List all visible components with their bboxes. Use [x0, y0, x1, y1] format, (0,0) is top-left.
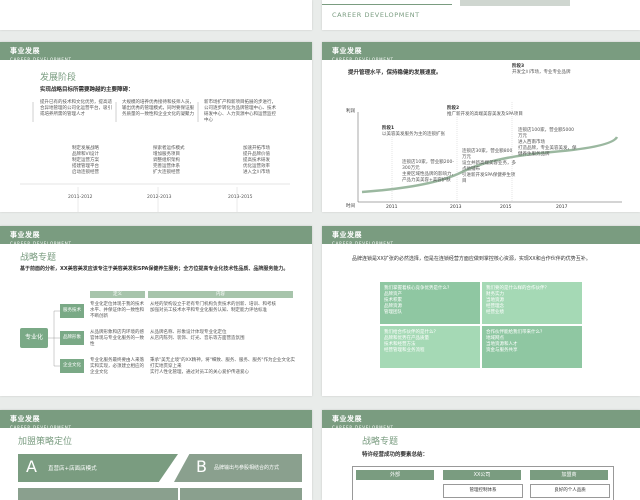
tick-label: 2017 [556, 204, 568, 210]
stage-3: 阶段3 开发全川市场，专业专业品牌 [512, 64, 587, 76]
slide-partnership: 事业发展 CAREER DEVELOPMENT 品牌连锁是XX扩张的必然选择，但是… [322, 226, 640, 396]
strategy-b: B 品牌输出与参股相结合的方式 [174, 454, 302, 482]
section-heading: 加盟策略定位 [18, 437, 73, 447]
row-label: 企业文化 [60, 359, 84, 373]
slide-development-stages: 事业发展 CAREER DEVELOPMENT 发展阶段 实现战略目标所需要跨越的… [0, 42, 312, 212]
grid-cell: 合作伙伴能给我们带来什么？ 地域网点 当地资源和人才 资金与服务共享 [482, 326, 582, 368]
notes-2: 连锁店30家，营业额800万元 设立并新高端美容业务，多点地铺布 引进新开发SP… [462, 149, 516, 185]
row-def: 专业化服务最终要由人来落实和实现，必须建立相应的企业文化 [90, 358, 144, 376]
note: 设立并新高端美容业务，多点地铺布 [462, 161, 516, 173]
stage-desc: 推广新开发的高端美容美发及SPA项目 [447, 112, 523, 118]
cell-item: 经营管理和业务流程 [384, 348, 425, 354]
photo [460, 0, 570, 6]
stage-1: 阶段1 以美容美发服务为主的连锁扩张 [382, 126, 472, 138]
note: 连锁店10家，营业额200-300万元 [402, 160, 454, 172]
slide-subtitle: CAREER DEVELOPMENT [332, 241, 394, 246]
tick-label: 2011 [386, 204, 398, 210]
slide-subtitle: CAREER DEVELOPMENT [10, 425, 72, 430]
slide-subtitle: CAREER DEVELOPMENT [332, 425, 394, 430]
stage-year: 2011-2012 [68, 195, 93, 200]
row-label: 品牌形象 [60, 331, 84, 345]
slide-franchise-success: 事业发展 CAREER DEVELOPMENT 战略专题 特许经营成功的要素总结：… [322, 410, 640, 500]
stage-year: 2013-2015 [228, 195, 253, 200]
intro-text: 品牌连锁是XX扩张的必然选择，但是在连锁经营方面应做到掌控核心资源，实现XX和合… [352, 256, 591, 262]
stage-desc: 以美容美发服务为主的连锁扩张 [382, 132, 445, 138]
slide-top-right: CAREER DEVELOPMENT [322, 0, 640, 30]
note: 连锁店30家，营业额800万元 [462, 149, 513, 161]
intro-text: 特许经营成功的要素总结： [362, 452, 429, 458]
strategy-letter: A [26, 457, 37, 476]
stage-year: 2012-2013 [147, 195, 172, 200]
grid-cell: 我们掌握着核心竞争优势是什么？ 品牌资产 技术积累 品牌资源 管理团队 [380, 282, 480, 324]
slide-title: 事业发展 [332, 415, 362, 423]
strategy-d [180, 488, 302, 500]
col-head: XX公司 [443, 470, 521, 480]
stage-item: 进入全川市场 [243, 170, 270, 176]
stage-2: 阶段2 推广新开发的高端美容美发及SPA项目 [447, 106, 537, 118]
row-content: 从品牌名称、形象设计体现专业化定位 从店内陈列、装饰、灯光、音乐等方面营造氛围 [150, 330, 295, 342]
stage-items-2: 探索者运作模式 增加服务项目 调整组织架构 完善运营体系 扩大连锁经营 [153, 146, 213, 176]
cell-item: 管理团队 [384, 310, 402, 316]
slide-title: 事业发展 [332, 231, 362, 239]
growth-chart: 利润 时间 2011 2013 2015 2017 [346, 102, 622, 210]
note: 主要区域性品牌的影响力，产品力美美容+美容护肤 [402, 172, 456, 184]
content-item: 从店内陈列、装饰、灯光、音乐等方面营造氛围 [150, 336, 245, 342]
stage-items-1: 制定发展战略 品牌和VI设计 制定运营方案 搭建管理平台 启动连锁经营 [72, 146, 132, 176]
slide-franchise-strategy: 事业发展 CAREER DEVELOPMENT 加盟策略定位 A 直营店+店面店模… [0, 410, 312, 500]
row-def: 专业化定位体现于我的技术水平、并保证体的一致性和不断创新 [90, 302, 144, 320]
content-item: 实行人性化管理，通过对员工的关心爱护传递爱心 [150, 370, 249, 376]
row-def: 从品牌形象和店内环境的感官体现与专业化服务的一致性 [90, 330, 144, 348]
col-head: 外部 [356, 470, 434, 480]
stage-lines [20, 102, 290, 212]
grid-cell: 我们要的是什么样的合作伙伴？ 财务实力 当地资源 经营理念 经营业绩 [482, 282, 582, 324]
content-item: 加强对员工技术水平和专业化服务认知、制定能力评估标准 [150, 308, 267, 314]
cell: 良好的个人品质 [530, 484, 610, 498]
header-en: CAREER DEVELOPMENT [332, 11, 420, 19]
stage-desc: 开发全川市场，专业专业品牌 [512, 70, 571, 76]
tick-label: 2015 [500, 204, 512, 210]
grid-cell: 我们给合作伙伴的是什么？ 品牌和优势在产品质量 技术和经营方法 经营管理和业务流… [380, 326, 480, 368]
note: 打造品牌，专业美容美发，保健养生服务品牌 [518, 146, 577, 158]
row-content: 从经的架构设立于老有专门机构负责技术的创新、培训、和考核 加强对员工技术水平和专… [150, 302, 295, 314]
cell: 管理控制体系 [443, 484, 523, 498]
notes-3: 连锁店100家，营业额5000万元 进入西南市场 打造品牌，专业美容美发，保健养… [518, 128, 578, 158]
strategy-a: A 直营店+店面店模式 [18, 454, 178, 482]
tick-label: 2013 [450, 204, 462, 210]
y-axis-label: 利润 [346, 107, 355, 114]
cell-item: 资金与服务共享 [486, 348, 518, 354]
stage-items-3: 加速开拓市场 提升品牌价值 提高技术研发 优化运营效率 进入全川市场 [243, 146, 303, 176]
slide-top-left [0, 0, 312, 30]
strategy-text: 品牌输出与参股相结合的方式 [214, 465, 280, 471]
row-content: 秉承"美无止境"的XX精神，将"细致、服务、服务、服务"作为企业文化实打实地贯穿… [150, 358, 295, 376]
col-head: 加盟商 [530, 470, 608, 480]
note: 连锁店100家，营业额5000万元 [518, 128, 575, 140]
slide-growth: 事业发展 CAREER DEVELOPMENT 提升管理水平，保持稳健的发展速度。… [322, 42, 640, 212]
x-axis-label: 时间 [346, 202, 355, 209]
slide-title: 事业发展 [10, 415, 40, 423]
divider [322, 4, 452, 5]
slide-strategy-topic: 事业发展 CAREER DEVELOPMENT 战略专题 基于前面的分析，XX美容… [0, 226, 312, 396]
strategy-letter: B [196, 457, 207, 476]
cell-item: 经营业绩 [486, 310, 504, 316]
stage-item: 启动连锁经营 [72, 170, 99, 176]
notes-1: 连锁店10家，营业额200-300万元 主要区域性品牌的影响力，产品力美美容+美… [402, 160, 460, 184]
section-heading: 战略专题 [362, 437, 399, 447]
note: 引进新开发SPA保健养生项目 [462, 173, 516, 185]
row-label: 服务技术 [60, 304, 84, 318]
strategy-c [18, 488, 178, 500]
strategy-text: 直营店+店面店模式 [48, 466, 97, 472]
stage-item: 扩大连锁经营 [153, 170, 180, 176]
content-item: 秉承"美无止境"的XX精神，将"细致、服务、服务、服务"作为企业文化实打实地贯穿… [150, 358, 295, 370]
